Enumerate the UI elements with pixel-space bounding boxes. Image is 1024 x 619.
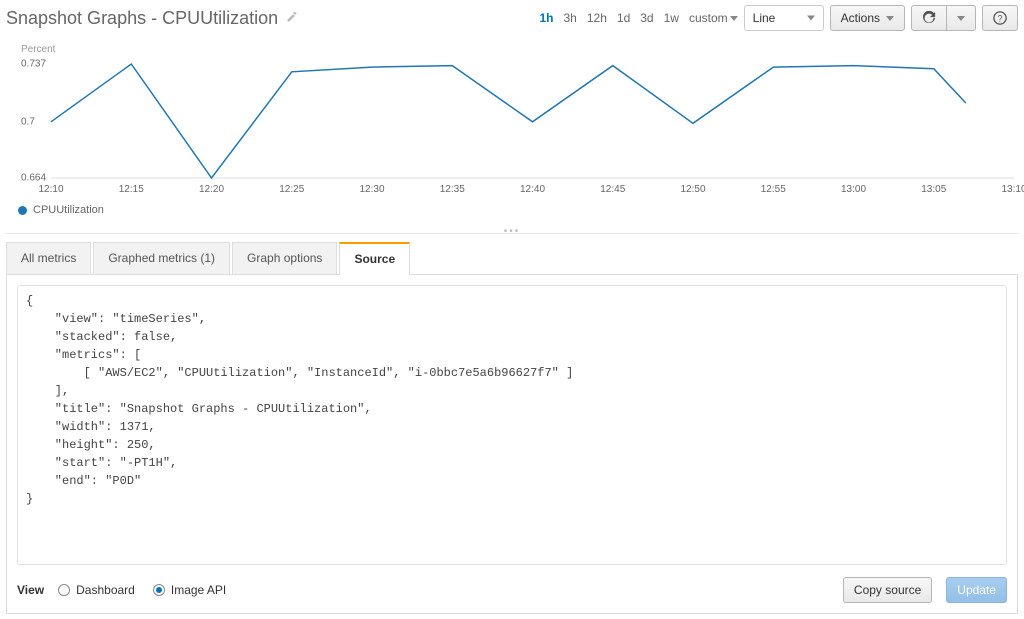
panel-splitter[interactable]: ••• [6,226,1018,234]
refresh-options-button[interactable] [946,5,976,31]
tab-source[interactable]: Source [339,242,410,274]
refresh-button-group [911,5,976,31]
y-tick-label: 0.664 [21,173,46,184]
tab-graphed-metrics[interactable]: Graphed metrics (1) [93,242,230,274]
view-radio-dashboard[interactable]: Dashboard [58,583,135,597]
chart-plot-area[interactable] [6,58,1018,184]
legend-color-swatch [18,206,27,215]
x-tick-label: 12:35 [440,184,465,195]
time-range-12h[interactable]: 12h [587,11,607,25]
y-axis-label: Percent [21,44,55,55]
header-toolbar: Snapshot Graphs - CPUUtilization 1h 3h 1… [6,2,1018,34]
chevron-down-icon [886,16,894,21]
view-radio-image-api[interactable]: Image API [153,583,226,597]
x-tick-label: 12:30 [359,184,384,195]
tab-all-metrics[interactable]: All metrics [6,242,91,274]
x-tick-label: 12:15 [119,184,144,195]
metric-chart: Percent 0.664 0.7 0.737 12:10 12:15 12:20 12:… [6,44,1018,224]
edit-title-icon[interactable] [286,11,298,26]
source-json-editor[interactable]: { "view": "timeSeries", "stacked": false… [17,285,1007,565]
chart-type-select[interactable]: Line [744,5,824,31]
y-tick-label: 0.737 [21,59,46,70]
chevron-down-icon [730,16,738,21]
time-range-picker: 1h 3h 12h 1d 3d 1w custom [539,11,737,25]
time-range-3d[interactable]: 3d [640,11,653,25]
x-tick-label: 12:40 [520,184,545,195]
update-button[interactable]: Update [946,577,1007,603]
copy-source-button[interactable]: Copy source [843,577,932,603]
chevron-down-icon [807,16,815,21]
legend-series-label: CPUUtilization [33,204,104,216]
x-tick-label: 13:05 [921,184,946,195]
time-range-custom[interactable]: custom [689,11,738,25]
svg-text:?: ? [998,14,1003,24]
chevron-down-icon [957,16,965,21]
time-range-1d[interactable]: 1d [617,11,630,25]
time-range-3h[interactable]: 3h [564,11,577,25]
x-tick-label: 12:25 [279,184,304,195]
time-range-1h[interactable]: 1h [539,11,553,25]
x-tick-label: 13:00 [841,184,866,195]
refresh-button[interactable] [911,5,946,31]
x-tick-label: 13:10 [1001,184,1024,195]
x-tick-label: 12:55 [761,184,786,195]
page-title: Snapshot Graphs - CPUUtilization [6,8,278,29]
x-tick-label: 12:50 [680,184,705,195]
x-tick-label: 12:20 [199,184,224,195]
help-button[interactable]: ? [982,5,1018,31]
x-tick-label: 12:10 [38,184,63,195]
actions-button[interactable]: Actions [830,5,905,31]
source-panel-footer: View Dashboard Image API Copy source Upd… [17,577,1007,603]
source-panel: { "view": "timeSeries", "stacked": false… [6,275,1018,614]
y-tick-label: 0.7 [21,116,35,127]
tab-bar: All metrics Graphed metrics (1) Graph op… [6,242,1018,275]
x-tick-label: 12:45 [600,184,625,195]
chart-legend: CPUUtilization [18,204,104,216]
view-label: View [17,583,44,597]
time-range-1w[interactable]: 1w [664,11,679,25]
tab-graph-options[interactable]: Graph options [232,242,337,274]
